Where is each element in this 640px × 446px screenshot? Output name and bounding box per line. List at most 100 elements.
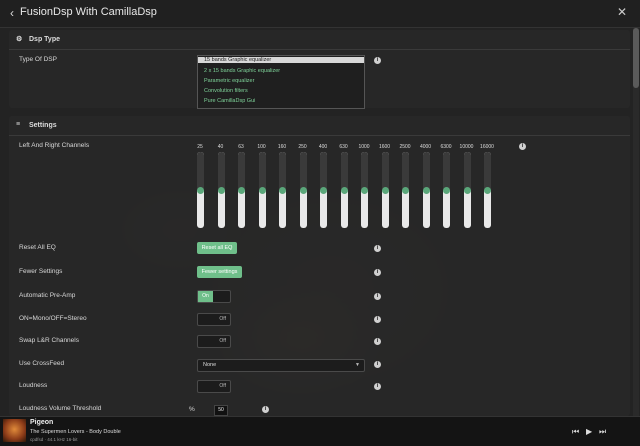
band-frequency-label: 10000 (459, 144, 474, 150)
settings-title: Settings (29, 122, 57, 129)
dsp-option[interactable]: 2 x 15 bands Graphic equalizer (204, 68, 280, 74)
band-frequency-label: 16000 (480, 144, 494, 150)
slider-knob[interactable] (381, 187, 389, 194)
close-icon[interactable]: ✕ (617, 5, 627, 19)
slider-track-fill (484, 152, 491, 190)
info-icon[interactable]: i (374, 361, 381, 368)
crossfeed-select[interactable]: None ▼ (197, 359, 365, 372)
band-frequency-label: 63 (238, 144, 244, 150)
slider-knob[interactable] (299, 187, 307, 194)
info-icon[interactable]: i (374, 245, 381, 252)
slider-track-fill (217, 152, 225, 190)
info-icon[interactable]: i (374, 269, 381, 276)
slider-knob[interactable] (463, 187, 471, 194)
info-icon[interactable]: i (374, 293, 381, 300)
fewer-settings-label: Fewer Settings (19, 268, 63, 275)
slider-knob[interactable] (279, 187, 286, 194)
slider-knob[interactable] (484, 187, 491, 194)
loudness-toggle[interactable]: Off (197, 380, 231, 393)
slider-knob[interactable] (258, 187, 266, 194)
back-icon[interactable]: ‹ (10, 6, 14, 20)
band-slider[interactable] (217, 152, 225, 228)
dsp-option[interactable]: Pure CamillaDsp Gui (204, 98, 255, 104)
band-slider[interactable] (484, 152, 491, 228)
mono-label: ON=Mono/OFF=Stereo (19, 315, 87, 322)
mono-toggle[interactable]: Off (197, 313, 231, 326)
band-slider[interactable] (381, 152, 389, 228)
slider-track-fill (443, 152, 450, 190)
swap-channels-label: Swap L&R Channels (19, 337, 79, 344)
band-slider[interactable] (402, 152, 409, 228)
slider-track-fill (361, 152, 368, 190)
slider-knob[interactable] (422, 187, 430, 194)
toggle-state: On (198, 291, 213, 302)
band-slider[interactable] (320, 152, 327, 228)
slider-knob[interactable] (402, 187, 409, 194)
band-slider[interactable] (238, 152, 245, 228)
reset-eq-button[interactable]: Reset all EQ (197, 242, 237, 254)
info-icon[interactable]: i (374, 57, 381, 64)
threshold-input[interactable]: 50 (214, 405, 228, 416)
dsp-option[interactable]: Convolution filters (204, 88, 248, 94)
slider-knob[interactable] (443, 187, 450, 194)
dsp-type-title: Dsp Type (29, 36, 60, 43)
band-frequency-label: 1600 (378, 144, 391, 150)
slider-knob[interactable] (217, 187, 225, 194)
slider-track-fill (340, 152, 348, 190)
slider-track-fill (299, 152, 307, 190)
band-frequency-label: 630 (339, 144, 348, 150)
dsp-option[interactable]: 15 bands Graphic equalizer (198, 57, 364, 63)
info-icon[interactable]: i (374, 316, 381, 323)
band-slider[interactable] (279, 152, 286, 228)
slider-track-fill (279, 152, 286, 190)
band-frequency-label: 1000 (358, 144, 370, 150)
slider-track-fill (320, 152, 327, 190)
slider-track-fill (422, 152, 430, 190)
prev-icon[interactable]: ⏮ (572, 427, 579, 437)
band-slider[interactable] (197, 152, 204, 228)
slider-knob[interactable] (361, 187, 368, 194)
band-frequency-label: 4000 (419, 144, 432, 150)
toggle-state: Off (219, 316, 226, 322)
info-icon[interactable]: i (519, 143, 526, 150)
slider-knob[interactable] (340, 187, 348, 194)
band-slider[interactable] (299, 152, 307, 228)
slider-track-fill (381, 152, 389, 190)
info-icon[interactable]: i (374, 383, 381, 390)
dsp-option[interactable]: Parametric equalizer (204, 78, 254, 84)
swap-channels-toggle[interactable]: Off (197, 335, 231, 348)
band-slider[interactable] (361, 152, 368, 228)
slider-knob[interactable] (320, 187, 327, 194)
info-icon[interactable]: i (262, 406, 269, 413)
gears-icon: ⚙ (16, 36, 23, 43)
type-of-dsp-label: Type Of DSP (19, 56, 57, 63)
dsp-type-header: ⚙ Dsp Type (9, 30, 630, 50)
top-bar: ‹ FusionDsp With CamillaDsp ✕ (0, 0, 640, 28)
next-icon[interactable]: ⏭ (599, 427, 606, 437)
slider-knob[interactable] (238, 187, 245, 194)
scrollbar[interactable] (633, 28, 639, 416)
channels-label: Left And Right Channels (19, 142, 90, 149)
threshold-unit: % (189, 406, 195, 413)
track-meta: cpdfsd · 44.1 kHz 16-bit (30, 437, 78, 442)
preamp-label: Automatic Pre-Amp (19, 292, 76, 299)
band-slider[interactable] (258, 152, 266, 228)
band-frequency-label: 100 (257, 144, 266, 150)
band-slider[interactable] (422, 152, 430, 228)
fewer-settings-button[interactable]: Fewer settings (197, 266, 242, 278)
slider-knob[interactable] (197, 187, 204, 194)
band-slider[interactable] (340, 152, 348, 228)
preamp-toggle[interactable]: On (197, 290, 231, 303)
album-art[interactable] (3, 419, 26, 442)
slider-track-fill (463, 152, 471, 190)
crossfeed-value: None (203, 362, 217, 368)
info-icon[interactable]: i (374, 338, 381, 345)
band-slider[interactable] (443, 152, 450, 228)
band-frequency-label: 6300 (440, 144, 452, 150)
dsp-type-select[interactable]: 15 bands Graphic equalizer 2 x 15 bands … (197, 55, 365, 109)
chevron-down-icon: ▼ (355, 362, 360, 368)
scrollbar-thumb[interactable] (633, 28, 639, 88)
band-slider[interactable] (463, 152, 471, 228)
slider-track-fill (402, 152, 409, 190)
play-icon[interactable]: ▶ (586, 427, 592, 436)
